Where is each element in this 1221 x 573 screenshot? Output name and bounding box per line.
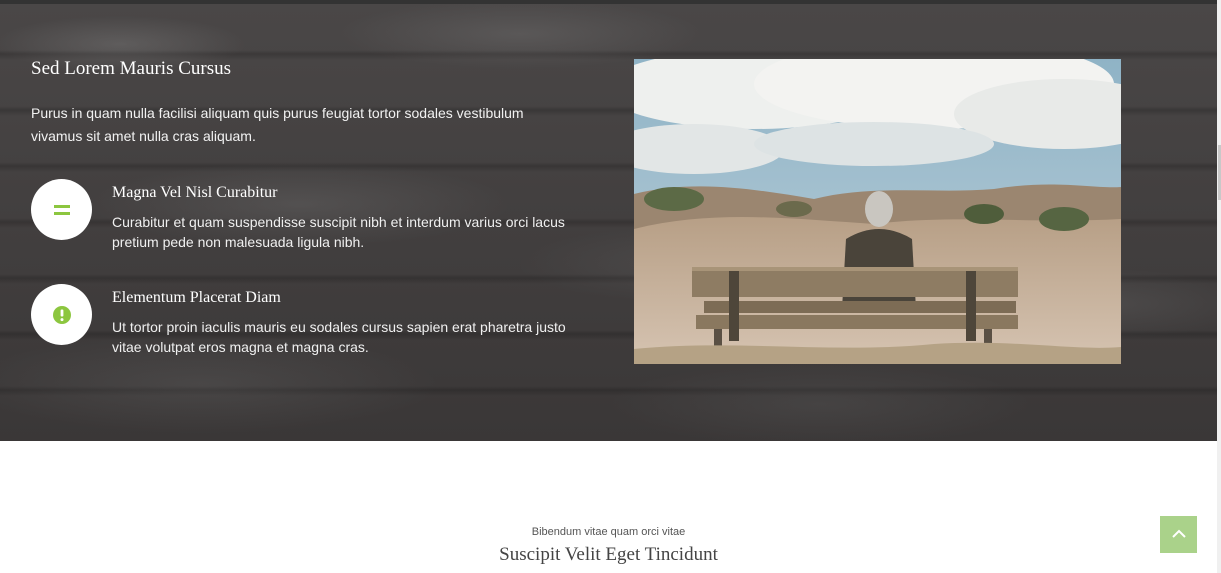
hero-section: Sed Lorem Mauris Cursus Purus in quam nu…	[0, 0, 1217, 441]
equals-icon	[31, 179, 92, 240]
person-on-bench-image	[634, 59, 1121, 364]
hero-intro: Purus in quam nulla facilisi aliquam qui…	[31, 105, 524, 144]
section-subtitle: Bibendum vitae quam orci vitae	[531, 526, 686, 538]
feature-text: Curabitur et quam suspendisse suscipit n…	[112, 214, 565, 250]
feature-title: Magna Vel Nisl Curabitur	[112, 184, 278, 201]
section-title: Suscipit Velit Eget Tincidunt	[499, 544, 718, 565]
exclamation-circle-icon	[31, 284, 92, 345]
hero-title: Sed Lorem Mauris Cursus	[31, 58, 232, 79]
chevron-up-icon	[1171, 527, 1187, 542]
feature-title: Elementum Placerat Diam	[112, 289, 281, 306]
feature-text: Ut tortor proin iaculis mauris eu sodale…	[112, 319, 566, 355]
scrollbar-track[interactable]	[1217, 0, 1221, 573]
scroll-to-top-button[interactable]	[1160, 516, 1197, 553]
